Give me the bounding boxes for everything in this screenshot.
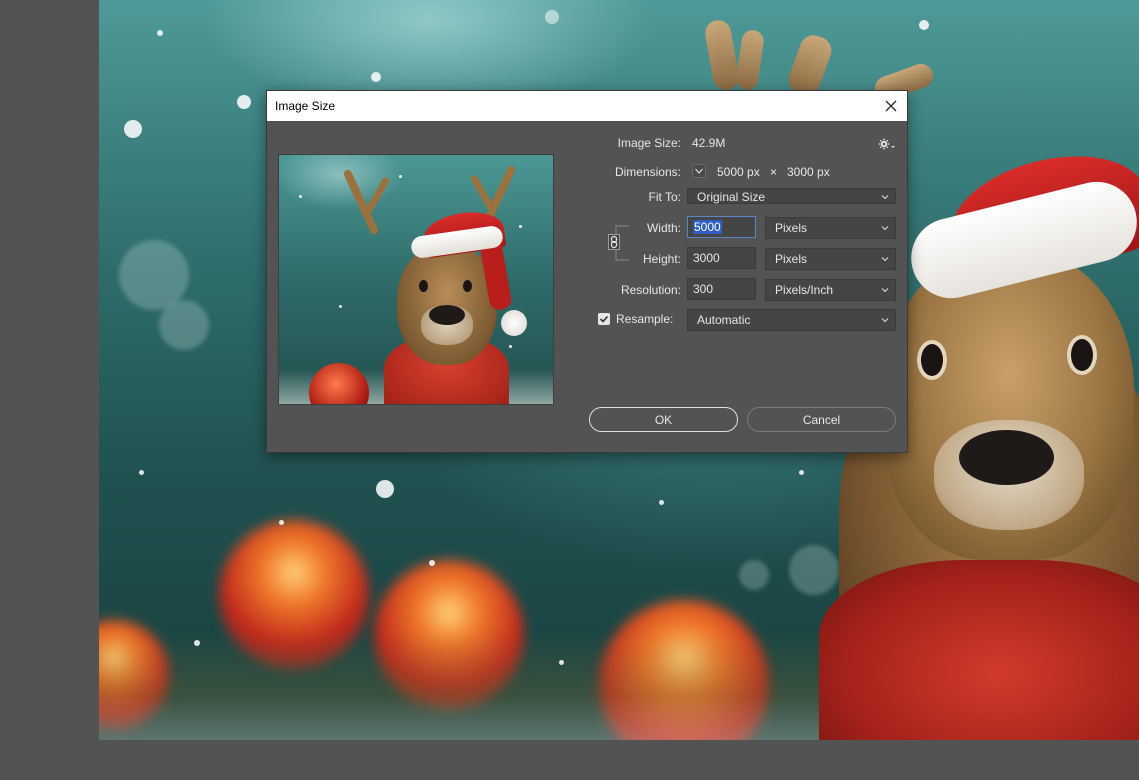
snowflake <box>139 470 144 475</box>
image-size-dialog: Image Size Image Size: 42.9M Dimensions:… <box>266 90 908 453</box>
preview-eye <box>419 280 428 292</box>
height-label: Height: <box>642 252 681 266</box>
width-input[interactable]: 5000 <box>687 216 756 238</box>
bokeh-light <box>739 560 769 590</box>
height-input[interactable]: 3000 <box>687 247 756 269</box>
image-size-value: 42.9M <box>692 136 726 150</box>
ok-button[interactable]: OK <box>589 407 738 432</box>
ok-label: OK <box>654 412 673 427</box>
height-value: 3000 <box>693 251 720 265</box>
dialog-title: Image Size <box>275 99 336 113</box>
antler <box>703 18 741 92</box>
bokeh-light <box>159 300 209 350</box>
snowflake <box>919 20 929 30</box>
close-button[interactable] <box>875 91 907 121</box>
dialog-titlebar[interactable]: Image Size <box>267 91 907 121</box>
chevron-down-icon <box>881 226 889 231</box>
resample-label: Resample: <box>616 312 674 326</box>
cancel-label: Cancel <box>802 412 841 427</box>
settings-gear-button[interactable] <box>878 137 898 151</box>
fit-to-value: Original Size <box>697 190 766 204</box>
chevron-down-icon <box>881 318 889 323</box>
resolution-label: Resolution: <box>620 283 681 297</box>
gear-icon <box>878 138 895 150</box>
preview-eye <box>463 280 472 292</box>
snowflake <box>799 470 804 475</box>
preview-antler <box>364 175 391 215</box>
chevron-down-icon <box>881 195 889 200</box>
close-icon <box>885 100 897 112</box>
snowflake <box>237 95 251 109</box>
snowflake <box>545 10 559 24</box>
snowflake <box>659 500 664 505</box>
workspace-bottom <box>0 740 1139 780</box>
dimensions-height-value: 3000 px <box>787 165 830 179</box>
preview-hat-pompom <box>501 310 527 336</box>
snowflake <box>371 72 381 82</box>
snowflake <box>194 640 200 646</box>
dimensions-label: Dimensions: <box>614 165 681 179</box>
snowflake <box>376 480 394 498</box>
chevron-down-icon <box>881 257 889 262</box>
checkmark-icon <box>599 315 609 323</box>
dimensions-times: × <box>770 165 778 179</box>
height-unit-select[interactable]: Pixels <box>765 248 896 270</box>
resolution-value: 300 <box>693 282 714 296</box>
width-value: 5000 <box>693 220 722 234</box>
resolution-unit-value: Pixels/Inch <box>775 283 834 297</box>
chevron-down-icon <box>881 288 889 293</box>
height-unit-value: Pixels <box>775 252 808 266</box>
snowflake <box>509 345 512 348</box>
reindeer-scarf <box>819 560 1139 740</box>
snowflake <box>124 120 142 138</box>
snowflake <box>399 175 402 178</box>
constrain-proportions-button[interactable] <box>608 234 620 250</box>
snowflake <box>157 30 163 36</box>
snowflake <box>519 225 522 228</box>
width-unit-select[interactable]: Pixels <box>765 217 896 239</box>
snowflake <box>299 195 302 198</box>
resolution-input[interactable]: 300 <box>687 278 756 300</box>
resolution-unit-select[interactable]: Pixels/Inch <box>765 279 896 301</box>
preview-antler <box>469 173 496 213</box>
reindeer-nose <box>959 430 1054 485</box>
dimensions-width-value: 5000 px <box>717 165 760 179</box>
image-size-label: Image Size: <box>617 136 681 150</box>
chevron-down-icon <box>695 168 703 174</box>
image-preview[interactable] <box>278 154 554 405</box>
width-label: Width: <box>646 221 681 235</box>
snowflake <box>339 305 342 308</box>
snowflake <box>559 660 564 665</box>
snowflake <box>279 520 284 525</box>
bokeh-light <box>789 545 839 595</box>
dimensions-unit-toggle[interactable] <box>692 164 706 178</box>
cancel-button[interactable]: Cancel <box>747 407 896 432</box>
snowflake <box>429 560 435 566</box>
width-unit-value: Pixels <box>775 221 808 235</box>
antler <box>784 31 836 99</box>
resample-checkbox[interactable] <box>598 313 610 325</box>
fit-to-select[interactable]: Original Size <box>687 188 896 204</box>
preview-nose <box>429 305 465 325</box>
antler <box>734 28 766 92</box>
chain-link-icon <box>610 235 618 249</box>
resample-value: Automatic <box>697 313 751 327</box>
fit-to-label: Fit To: <box>648 190 681 204</box>
resample-select[interactable]: Automatic <box>687 309 896 331</box>
reindeer-eye <box>1067 335 1097 375</box>
reindeer-eye <box>917 340 947 380</box>
